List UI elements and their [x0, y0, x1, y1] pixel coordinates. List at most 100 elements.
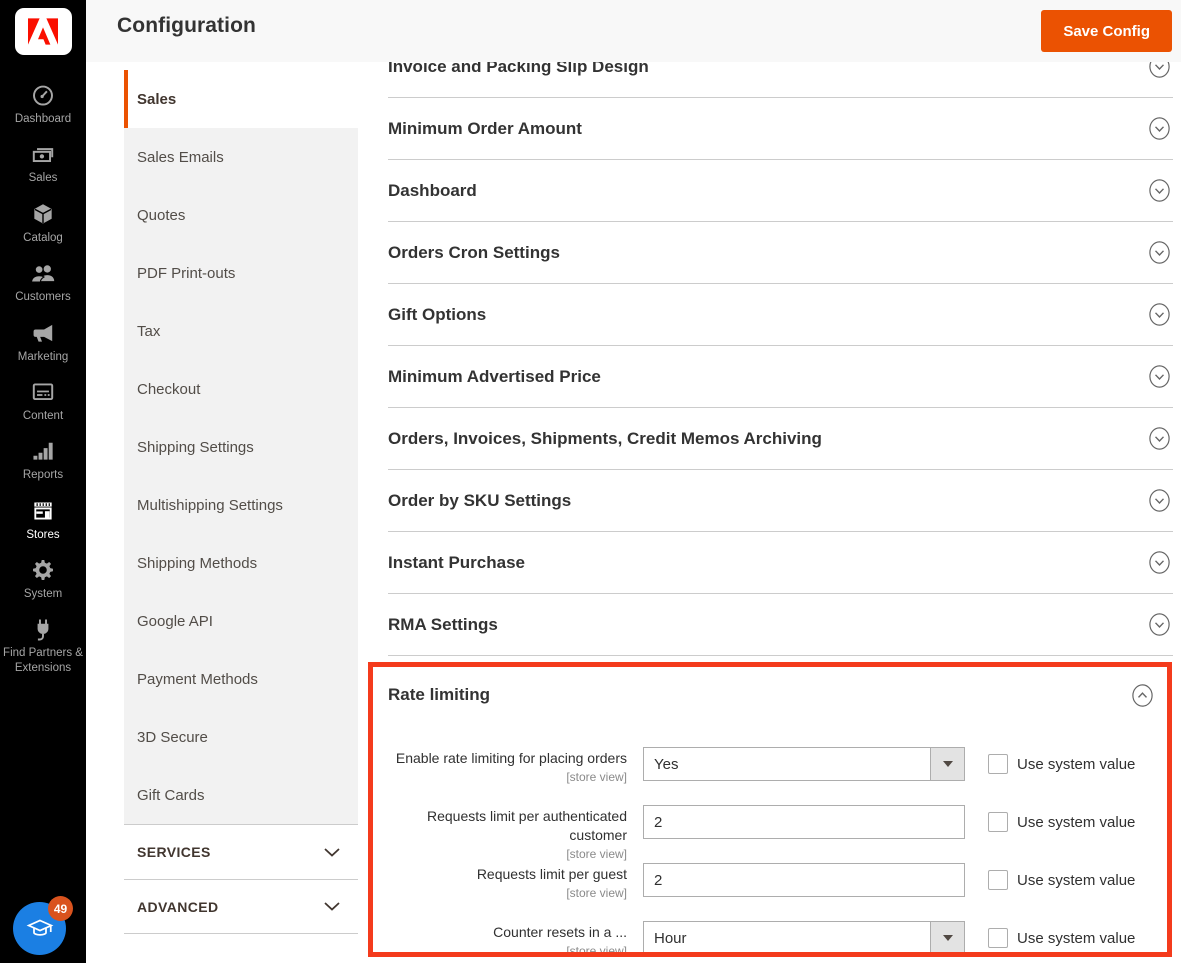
field-scope: [store view]: [373, 943, 627, 957]
graduation-cap-icon: [25, 914, 55, 944]
field-scope: [store view]: [373, 846, 627, 862]
stores-storefront-icon: [30, 498, 56, 524]
section-minimum-order-amount[interactable]: Minimum Order Amount: [388, 98, 1173, 160]
section-orders-cron-settings[interactable]: Orders Cron Settings: [388, 222, 1173, 284]
field-label: Enable rate limiting for placing orders: [396, 750, 627, 766]
chevron-down-circle-icon: [1149, 62, 1170, 78]
system-gear-icon: [30, 557, 56, 583]
use-system-value-control: Use system value: [988, 863, 1135, 890]
config-nav-item[interactable]: Quotes: [124, 186, 358, 244]
section-order-by-sku-settings[interactable]: Order by SKU Settings: [388, 470, 1173, 532]
config-nav-item[interactable]: Shipping Methods: [124, 534, 358, 592]
config-nav-list: Sales Emails Quotes PDF Print-outs Tax C…: [124, 128, 358, 824]
config-nav-group-advanced[interactable]: ADVANCED: [124, 879, 358, 934]
use-system-value-control: Use system value: [988, 747, 1135, 774]
section-invoice-packing-slip-design[interactable]: Invoice and Packing Slip Design: [388, 62, 1173, 98]
dropdown-arrow-icon[interactable]: [930, 922, 964, 954]
config-sections: Invoice and Packing Slip Design Minimum …: [358, 62, 1181, 963]
config-nav-item[interactable]: PDF Print-outs: [124, 244, 358, 302]
chevron-down-circle-icon: [1149, 117, 1170, 140]
section-rate-limiting[interactable]: Rate limiting: [373, 667, 1167, 723]
sales-banknote-icon: [30, 141, 56, 167]
field-requests-limit-authenticated: Requests limit per authenticated custome…: [373, 805, 1167, 863]
section-instant-purchase[interactable]: Instant Purchase: [388, 532, 1173, 594]
config-nav-group-services[interactable]: SERVICES: [124, 824, 358, 879]
sidebar-item-reports[interactable]: Reports: [0, 438, 86, 482]
config-nav-item[interactable]: Gift Cards: [124, 766, 358, 824]
sidebar-item-catalog[interactable]: Catalog: [0, 201, 86, 245]
config-nav-item[interactable]: Payment Methods: [124, 650, 358, 708]
section-minimum-advertised-price[interactable]: Minimum Advertised Price: [388, 346, 1173, 408]
field-label: Requests limit per authenticated custome…: [427, 808, 627, 843]
adobe-logo[interactable]: [15, 8, 72, 55]
reports-barchart-icon: [30, 438, 56, 464]
use-system-value-checkbox[interactable]: [988, 754, 1008, 774]
section-rma-settings[interactable]: RMA Settings: [388, 594, 1173, 656]
dashboard-gauge-icon: [30, 82, 56, 108]
field-scope: [store view]: [373, 769, 627, 785]
chevron-up-circle-icon: [1132, 684, 1153, 707]
config-nav-item[interactable]: 3D Secure: [124, 708, 358, 766]
config-nav-item-sales-active[interactable]: Sales: [124, 70, 358, 128]
counter-resets-select[interactable]: Hour: [643, 921, 965, 955]
admin-sidebar: Dashboard Sales Catalog: [0, 0, 86, 963]
chevron-down-circle-icon: [1149, 179, 1170, 202]
use-system-value-control: Use system value: [988, 921, 1135, 948]
use-system-value-checkbox[interactable]: [988, 812, 1008, 832]
sidebar-item-find-partners-extensions[interactable]: Find Partners & Extensions: [0, 616, 86, 675]
rate-limiting-highlight-box: Rate limiting Enable rate limiting for p…: [368, 662, 1172, 957]
chevron-down-icon: [324, 902, 340, 911]
page-header: Configuration Save Config: [86, 0, 1181, 62]
config-nav-item[interactable]: Multishipping Settings: [124, 476, 358, 534]
configuration-nav: Sales Sales Emails Quotes PDF Print-outs…: [124, 70, 358, 934]
chevron-down-circle-icon: [1149, 613, 1170, 636]
field-label: Requests limit per guest: [477, 866, 627, 882]
field-requests-limit-guest: Requests limit per guest [store view] Us…: [373, 863, 1167, 921]
customers-icon: [29, 260, 57, 286]
content-note-icon: [30, 379, 56, 405]
config-nav-item[interactable]: Shipping Settings: [124, 418, 358, 476]
sidebar-items: Dashboard Sales Catalog: [0, 82, 86, 675]
use-system-value-control: Use system value: [988, 805, 1135, 832]
config-nav-item[interactable]: Google API: [124, 592, 358, 650]
sidebar-item-stores[interactable]: Stores: [0, 498, 86, 542]
field-scope: [store view]: [373, 885, 627, 901]
dropdown-arrow-icon[interactable]: [930, 748, 964, 780]
chevron-down-icon: [324, 848, 340, 857]
chevron-down-circle-icon: [1149, 489, 1170, 512]
sidebar-item-system[interactable]: System: [0, 557, 86, 601]
chevron-down-circle-icon: [1149, 241, 1170, 264]
config-nav-item[interactable]: Sales Emails: [124, 128, 358, 186]
chevron-down-circle-icon: [1149, 427, 1170, 450]
help-widget-button[interactable]: 49: [13, 902, 66, 955]
chevron-down-circle-icon: [1149, 303, 1170, 326]
chevron-down-circle-icon: [1149, 551, 1170, 574]
rate-limiting-fields: Enable rate limiting for placing orders …: [373, 723, 1167, 957]
sidebar-item-dashboard[interactable]: Dashboard: [0, 82, 86, 126]
config-nav-item[interactable]: Checkout: [124, 360, 358, 418]
save-config-button[interactable]: Save Config: [1041, 10, 1172, 52]
sidebar-item-customers[interactable]: Customers: [0, 260, 86, 304]
use-system-value-checkbox[interactable]: [988, 870, 1008, 890]
notification-badge: 49: [48, 896, 73, 921]
config-nav-item[interactable]: Tax: [124, 302, 358, 360]
sidebar-item-marketing[interactable]: Marketing: [0, 320, 86, 364]
sidebar-item-sales[interactable]: Sales: [0, 141, 86, 185]
requests-limit-guest-input[interactable]: [643, 863, 965, 897]
chevron-down-circle-icon: [1149, 365, 1170, 388]
section-archiving[interactable]: Orders, Invoices, Shipments, Credit Memo…: [388, 408, 1173, 470]
page-title: Configuration: [117, 14, 256, 38]
adobe-a-icon: [28, 18, 58, 45]
section-gift-options[interactable]: Gift Options: [388, 284, 1173, 346]
enable-rate-limiting-select[interactable]: Yes: [643, 747, 965, 781]
marketing-megaphone-icon: [30, 320, 56, 346]
requests-limit-authenticated-input[interactable]: [643, 805, 965, 839]
field-label: Counter resets in a ...: [493, 924, 627, 940]
use-system-value-checkbox[interactable]: [988, 928, 1008, 948]
extensions-plug-icon: [30, 616, 56, 642]
sidebar-item-content[interactable]: Content: [0, 379, 86, 423]
field-enable-rate-limiting: Enable rate limiting for placing orders …: [373, 747, 1167, 805]
section-dashboard[interactable]: Dashboard: [388, 160, 1173, 222]
catalog-box-icon: [30, 201, 56, 227]
magento-admin-configuration-page: Dashboard Sales Catalog: [0, 0, 1181, 963]
